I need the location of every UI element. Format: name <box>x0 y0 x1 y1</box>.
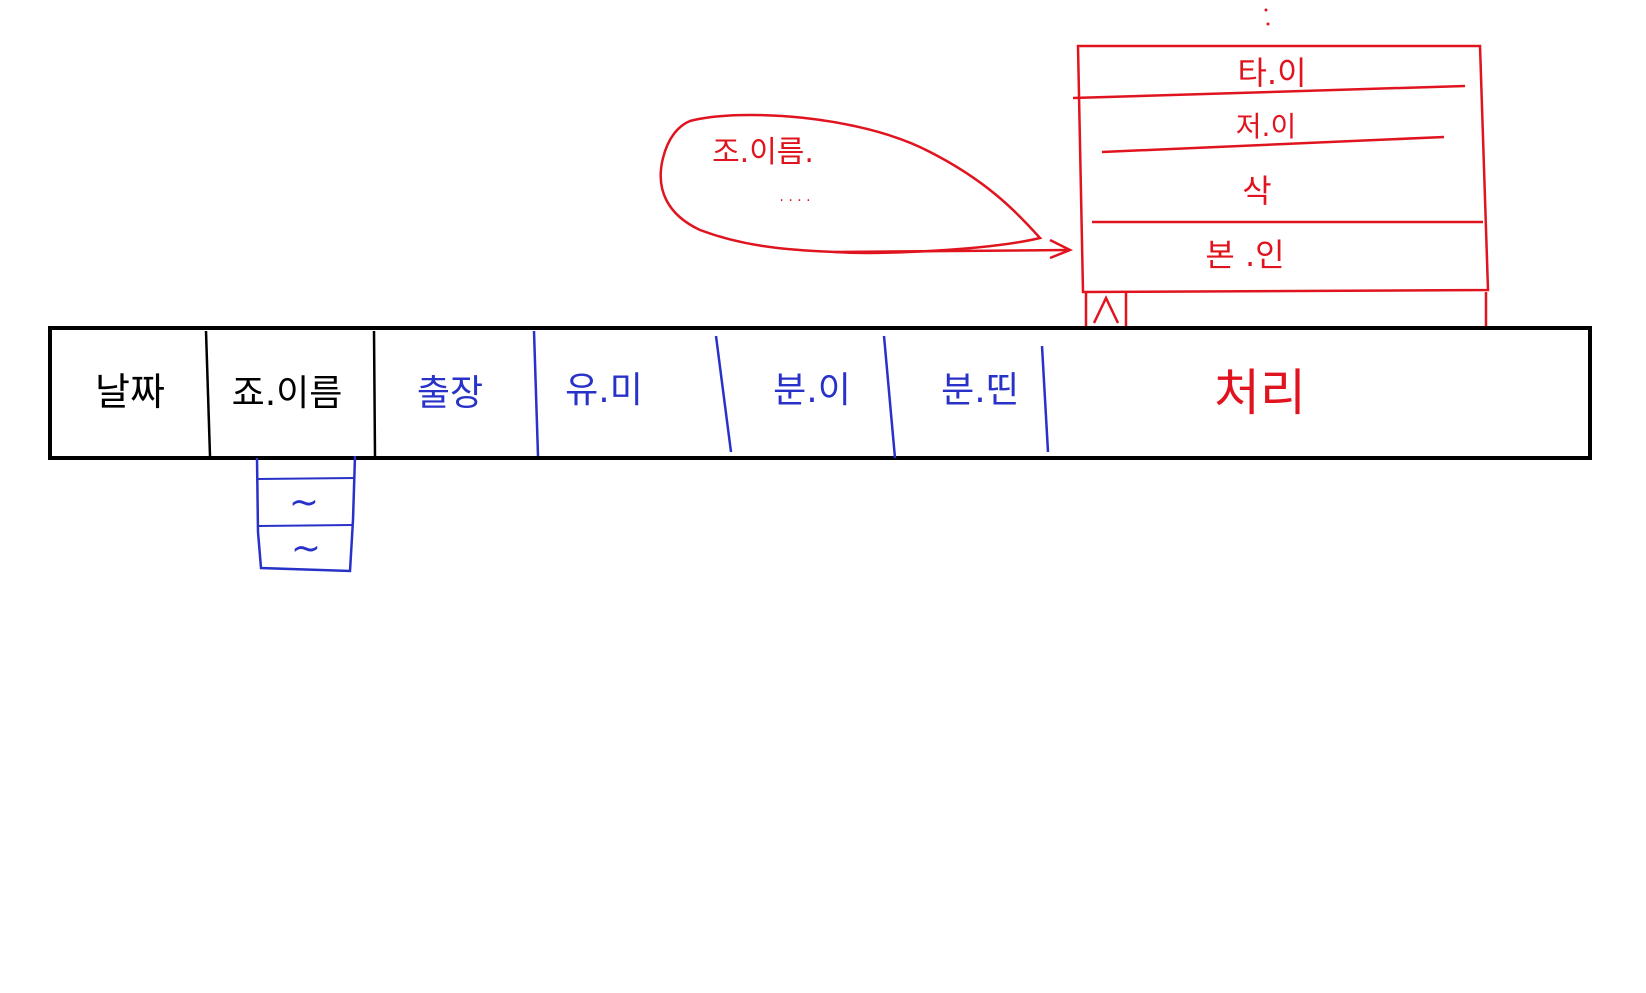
name-dropdown-separator <box>256 477 356 480</box>
name-dropdown-option[interactable]: ~ <box>289 482 319 523</box>
popup-menu-leg <box>1084 292 1488 326</box>
column-header-process[interactable]: 처리 <box>1214 364 1306 422</box>
popup-menu-item[interactable]: 타.이 <box>1237 54 1306 92</box>
sketch-dot <box>1264 8 1268 12</box>
column-header-name[interactable]: 죠.이름 <box>232 373 343 414</box>
column-divider <box>204 330 212 457</box>
column-header-date[interactable]: 날짜 <box>95 370 165 414</box>
popup-menu-item[interactable]: 저.이 <box>1236 110 1296 143</box>
wireframe-sketch: 날짜 죠.이름 출장 유.미 분.이 분.띤 처리 ~ ~ 조.이름. · · … <box>48 8 1592 573</box>
column-header-col4[interactable]: 유.미 <box>565 370 643 411</box>
column-header-col6[interactable]: 분.띤 <box>941 370 1019 411</box>
name-callout-bubble: 조.이름. · · · · <box>659 113 1074 260</box>
column-divider <box>532 330 540 457</box>
column-divider <box>714 335 733 453</box>
arrow-up-icon <box>1092 295 1120 324</box>
column-divider <box>882 335 897 459</box>
popup-menu-item[interactable]: 삭 <box>1242 172 1271 210</box>
popup-menu-item[interactable]: 본 .인 <box>1205 236 1284 274</box>
column-divider <box>1040 345 1050 453</box>
process-popup-menu[interactable]: 타.이 저.이 삭 본 .인 <box>1072 8 1490 327</box>
callout-arrow-line <box>834 248 1069 254</box>
header-table: 날짜 죠.이름 출장 유.미 분.이 분.띤 처리 <box>48 326 1592 460</box>
sketch-dot <box>1266 22 1270 26</box>
column-header-col5[interactable]: 분.이 <box>773 370 851 411</box>
callout-dots: · · · · <box>779 193 810 209</box>
name-dropdown[interactable]: ~ ~ <box>255 455 357 573</box>
name-dropdown-separator <box>257 524 354 527</box>
column-header-business-trip[interactable]: 출장 <box>417 373 483 414</box>
column-divider <box>372 330 377 457</box>
callout-title: 조.이름. <box>712 135 814 170</box>
name-dropdown-option[interactable]: ~ <box>291 528 321 569</box>
